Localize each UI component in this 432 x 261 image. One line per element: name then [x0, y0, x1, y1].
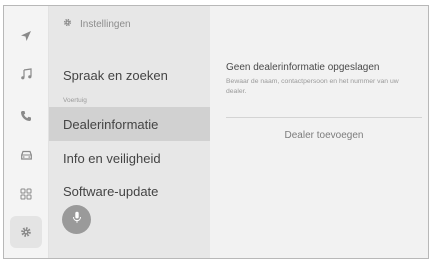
menu-item-dealerinformatie[interactable]: Dealerinformatie	[49, 107, 210, 141]
gear-icon	[63, 18, 72, 30]
menu-title: Instellingen	[80, 18, 131, 30]
menu-item-info-en-veiligheid[interactable]: Info en veiligheid	[49, 141, 210, 175]
icon-sidebar	[4, 6, 49, 258]
car-icon[interactable]	[10, 139, 42, 171]
menu-item-label: Info en veiligheid	[63, 150, 161, 166]
navigation-icon[interactable]	[10, 20, 42, 52]
content-pane: Geen dealerinformatie opgeslagen Bewaar …	[210, 6, 428, 258]
microphone-icon	[72, 211, 82, 229]
section-label: Voertuig	[63, 97, 87, 104]
microphone-button[interactable]	[62, 205, 91, 234]
empty-state-description: Bewaar de naam, contactpersoon en het nu…	[226, 78, 399, 95]
menu-header: Instellingen	[63, 18, 131, 30]
divider	[226, 117, 422, 118]
settings-menu: Instellingen Spraak en zoeken Voertuig D…	[49, 6, 210, 258]
menu-item-software-update[interactable]: Software-update	[49, 174, 210, 208]
apps-icon[interactable]	[10, 178, 42, 210]
menu-item-label: Software-update	[63, 183, 159, 199]
menu-item-spraak-en-zoeken[interactable]: Spraak en zoeken	[49, 58, 210, 92]
add-dealer-button[interactable]: Dealer toevoegen	[226, 124, 422, 146]
menu-item-label: Dealerinformatie	[63, 116, 159, 132]
empty-state-title: Geen dealerinformatie opgeslagen	[226, 62, 380, 73]
menu-item-label: Spraak en zoeken	[63, 67, 168, 83]
music-icon[interactable]	[10, 58, 42, 90]
settings-icon[interactable]	[10, 216, 42, 248]
app-screen: Instellingen Spraak en zoeken Voertuig D…	[3, 5, 429, 259]
phone-icon[interactable]	[10, 100, 42, 132]
